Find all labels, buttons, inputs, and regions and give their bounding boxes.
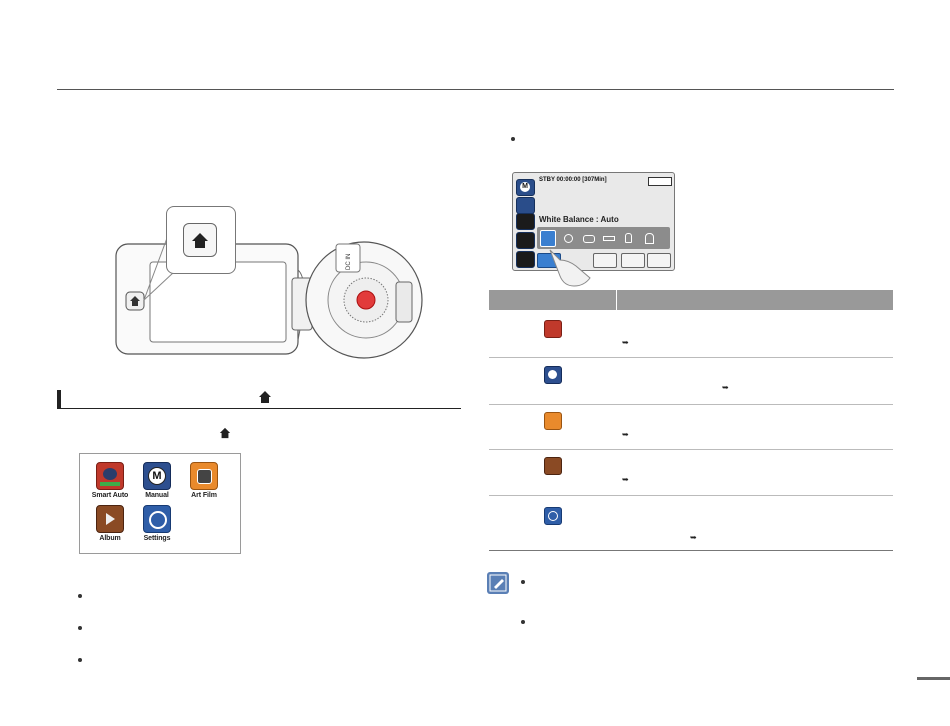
pointing-hand-icon (549, 249, 591, 287)
home-icon (192, 233, 208, 248)
home-icon (259, 391, 271, 403)
arrow-icon: ➥ (690, 533, 697, 542)
menu-item-label: Settings (143, 535, 171, 542)
bullet (78, 626, 82, 630)
top-rule (57, 89, 894, 90)
settings-gear-icon (544, 507, 562, 525)
section-marker (57, 390, 61, 409)
photo-mode-icon[interactable] (516, 213, 535, 230)
camcorder-illustration: DC IN (115, 229, 423, 359)
manual-icon (544, 366, 562, 384)
table-row-divider (489, 449, 893, 450)
note-pencil-icon (487, 572, 509, 594)
album-icon (544, 457, 562, 475)
wb-daylight-sun-icon[interactable] (561, 230, 575, 245)
home-button[interactable] (183, 223, 217, 257)
white-balance-options (537, 227, 670, 249)
bullet (521, 620, 525, 624)
arrow-icon: ➥ (622, 475, 629, 484)
table-header (489, 290, 893, 310)
dc-in-label: DC IN (346, 254, 352, 270)
mode-badge-label: M (520, 182, 530, 192)
table-bottom-rule (489, 550, 893, 551)
wb-fluorescent-icon[interactable] (601, 230, 615, 245)
smart-auto-icon (96, 462, 124, 490)
menu-item-settings[interactable]: Settings (127, 505, 187, 542)
mode-badge[interactable]: M (516, 179, 535, 196)
wb-tungsten-icon[interactable] (621, 230, 635, 245)
wb-mode-button[interactable] (593, 253, 617, 268)
smart-auto-icon (544, 320, 562, 338)
art-film-icon (544, 412, 562, 430)
album-icon (96, 505, 124, 533)
bullet (521, 580, 525, 584)
wb-auto-button[interactable] (540, 230, 556, 247)
wb-cloudy-icon[interactable] (581, 230, 595, 245)
home-icon (219, 427, 231, 439)
back-button[interactable] (647, 253, 671, 268)
zoom-icon[interactable] (516, 232, 535, 249)
lcd-status-text: STBY 00:00:00 [307Min] (539, 177, 607, 183)
video-mode-icon[interactable] (516, 197, 535, 214)
home-menu-screen: Smart Auto M Manual Art Film Album Setti… (79, 453, 241, 554)
section-underline (61, 408, 461, 409)
home-button-callout (166, 206, 236, 274)
battery-icon (648, 177, 672, 186)
arrow-icon: ➥ (722, 383, 729, 392)
settings-gear-icon (143, 505, 171, 533)
arrow-icon: ➥ (622, 430, 629, 439)
menu-item-label: Art Film (191, 492, 217, 499)
playback-icon[interactable] (516, 251, 535, 268)
art-film-icon (190, 462, 218, 490)
bullet (511, 137, 515, 141)
arrow-icon: ➥ (622, 338, 629, 347)
bullet (78, 594, 82, 598)
table-row-divider (489, 404, 893, 405)
manual-icon: M (143, 462, 171, 490)
white-balance-label: White Balance : Auto (539, 215, 619, 224)
menu-item-art-film[interactable]: Art Film (174, 462, 234, 499)
wb-custom-icon[interactable] (642, 230, 656, 245)
table-header-divider (616, 290, 617, 310)
bullet (78, 658, 82, 662)
display-button[interactable] (621, 253, 645, 268)
page-marker (917, 677, 950, 680)
table-row-divider (489, 495, 893, 496)
table-row-divider (489, 357, 893, 358)
